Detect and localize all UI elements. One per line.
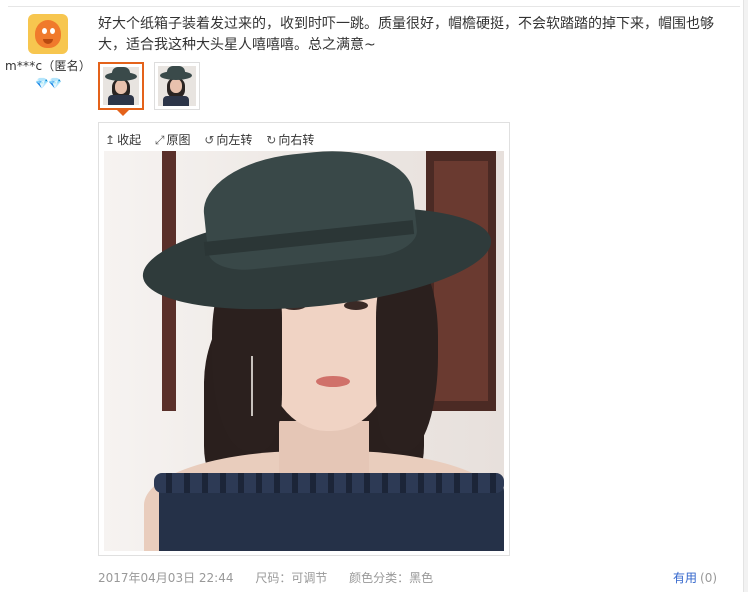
review-thumbnail-2[interactable] bbox=[154, 62, 200, 110]
useful-button[interactable]: 有用 (0) bbox=[673, 569, 717, 586]
reviewer-name: m***c（匿名） bbox=[4, 59, 92, 73]
reviewer-info: m***c（匿名） 💎💎 bbox=[0, 14, 96, 90]
review-thumbnail-1[interactable] bbox=[98, 62, 144, 110]
review-size: 尺码：可调节 bbox=[255, 571, 328, 585]
rotate-right-icon: ↻ bbox=[266, 133, 277, 147]
scrollbar[interactable] bbox=[743, 0, 748, 592]
review-color: 颜色分类：黑色 bbox=[349, 571, 434, 585]
review-text: 好大个纸箱子装着发过来的，收到时吓一跳。质量很好，帽檐硬挺，不会软踏踏的掉下来，… bbox=[98, 16, 714, 53]
review-photo[interactable] bbox=[104, 151, 504, 551]
viewer-toolbar: ↥ 收起 ⤢ 原图 ↺ 向左转 ↻ 向右转 bbox=[105, 131, 324, 148]
active-thumbnail-indicator bbox=[117, 110, 129, 116]
top-divider bbox=[8, 6, 740, 7]
rotate-left-icon: ↺ bbox=[204, 133, 215, 147]
rotate-right-button[interactable]: ↻ 向右转 bbox=[266, 131, 314, 148]
image-viewer: ↥ 收起 ⤢ 原图 ↺ 向左转 ↻ 向右转 bbox=[98, 122, 510, 556]
original-image-button[interactable]: ⤢ 原图 bbox=[155, 131, 191, 148]
useful-count: (0) bbox=[700, 571, 718, 585]
reviewer-level-badge: 💎💎 bbox=[35, 77, 61, 90]
expand-icon: ⤢ bbox=[154, 133, 165, 147]
review-meta: 2017年04月03日 22:44 尺码：可调节 颜色分类：黑色 bbox=[98, 569, 451, 586]
collapse-icon: ↥ bbox=[105, 133, 116, 147]
rotate-left-button[interactable]: ↺ 向左转 bbox=[204, 131, 252, 148]
collapse-button[interactable]: ↥ 收起 bbox=[105, 131, 141, 148]
avatar[interactable] bbox=[28, 14, 68, 54]
review-date: 2017年04月03日 22:44 bbox=[98, 571, 234, 585]
useful-label: 有用 bbox=[673, 571, 698, 585]
